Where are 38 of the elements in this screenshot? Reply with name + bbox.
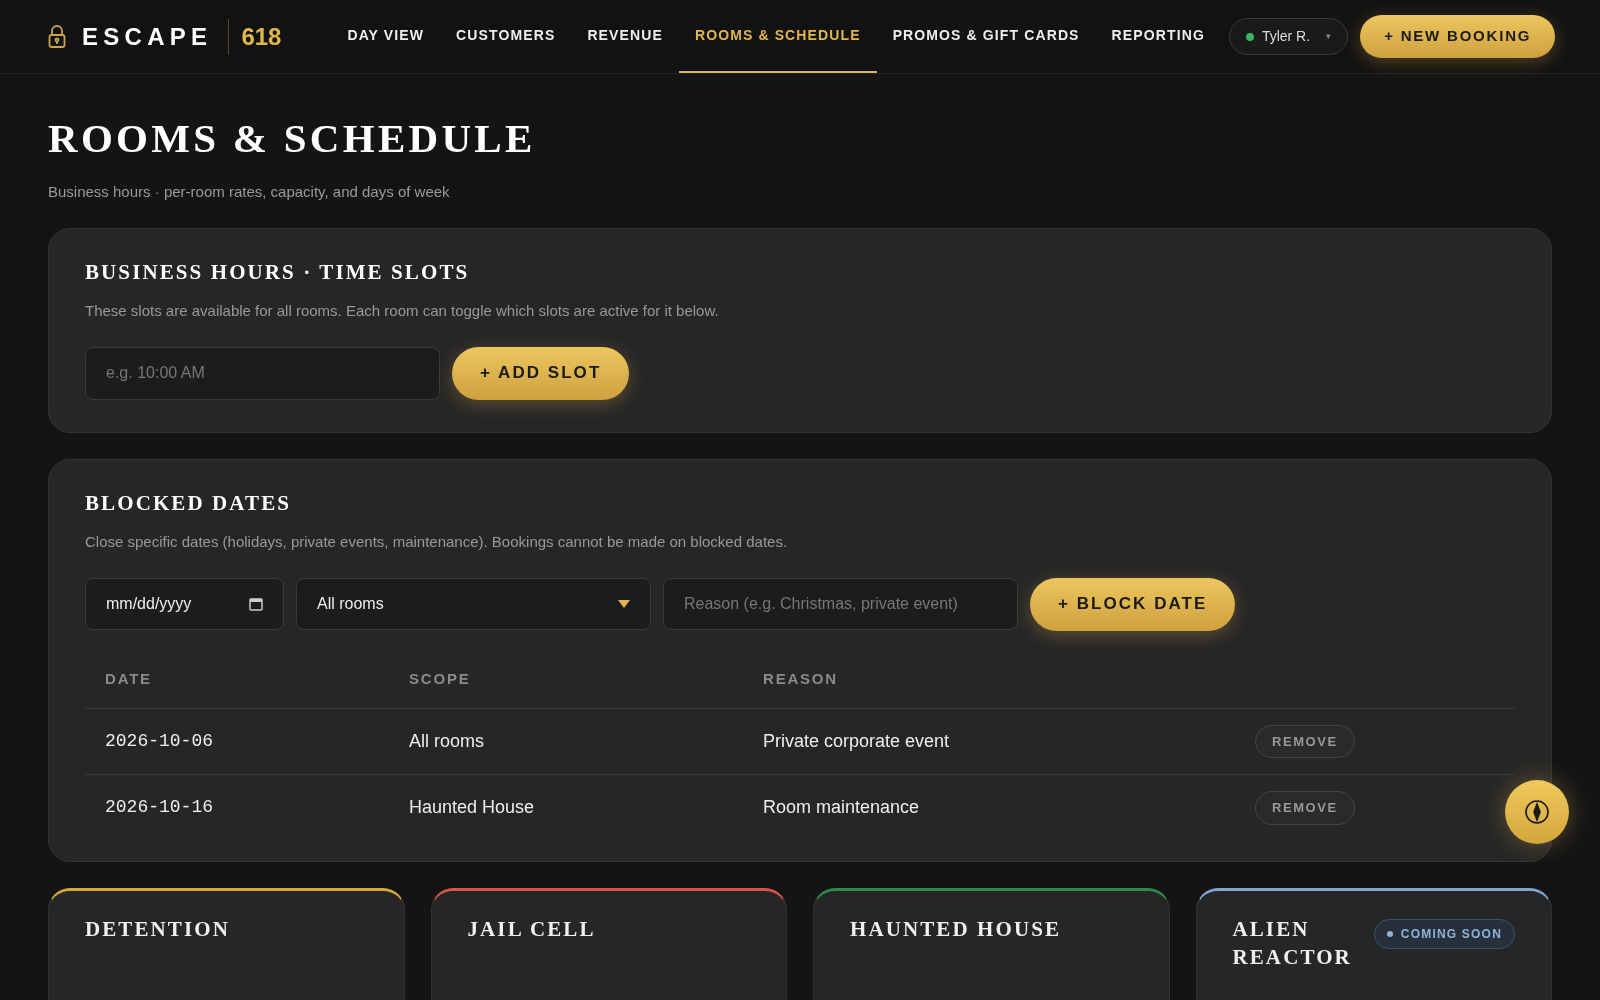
new-booking-button[interactable]: + NEW BOOKING — [1360, 15, 1556, 58]
remove-button[interactable]: REMOVE — [1255, 791, 1355, 825]
user-menu[interactable]: Tyler R. ▾ — [1228, 18, 1349, 55]
room-name: HAUNTED HOUSE — [850, 915, 1062, 943]
table-cell: Haunted House — [409, 797, 535, 818]
column-header: REASON — [763, 670, 838, 688]
room-name: ALIEN REACTOR — [1232, 915, 1353, 971]
section-description: Close specific dates (holidays, private events, maintenance). Bookings cannot be made on blocked dates. — [85, 532, 789, 552]
room-name: JAIL CELL — [467, 915, 596, 943]
nav-tab[interactable]: REPORTING — [1095, 0, 1221, 73]
status-badge: COMING SOON — [1373, 918, 1515, 949]
time-slot-field[interactable]: e.g. 10:00 AM — [85, 346, 440, 400]
remove-button[interactable]: REMOVE — [1255, 724, 1355, 759]
brand-number: 618 — [228, 18, 282, 55]
add-slot-button[interactable]: + ADD SLOT — [452, 346, 630, 400]
nav-tab[interactable]: ROOMS & SCHEDULE — [678, 0, 877, 73]
column-header: DATE — [105, 670, 152, 688]
nav-tab[interactable]: DAY VIEW — [331, 0, 441, 73]
table-cell: All rooms — [409, 731, 484, 751]
nav-tab[interactable]: CUSTOMERS — [440, 0, 572, 73]
table-cell: 2026-10-16 — [105, 797, 214, 818]
column-header: SCOPE — [409, 670, 471, 688]
scope-select[interactable]: All rooms — [296, 578, 651, 630]
nav-tab[interactable]: PROMOS & GIFT CARDS — [876, 0, 1096, 73]
reason-field[interactable]: Reason (e.g. Christmas, private event) — [663, 578, 1018, 630]
page-subtitle: Business hours · per-room rates, capacity, and days of week — [48, 182, 451, 202]
page-title: ROOMS & SCHEDULE — [48, 118, 537, 159]
brand-name: ESCAPE — [82, 21, 213, 52]
block-date-button[interactable]: + BLOCK DATE — [1030, 577, 1236, 631]
table-cell: Private corporate event — [763, 731, 950, 751]
table-cell: 2026-10-06 — [105, 731, 214, 751]
section-title: BUSINESS HOURS · TIME SLOTS — [85, 258, 471, 286]
table-cell: Room maintenance — [763, 797, 920, 818]
section-title: BLOCKED DATES — [85, 489, 293, 517]
section-description: These slots are available for all rooms. Each room can toggle which slots are active for it below. — [85, 301, 720, 321]
date-field[interactable]: mm/dd/yyyy — [85, 578, 284, 630]
room-name: DETENTION — [85, 915, 230, 943]
nav-tab[interactable]: REVENUE — [571, 0, 679, 73]
